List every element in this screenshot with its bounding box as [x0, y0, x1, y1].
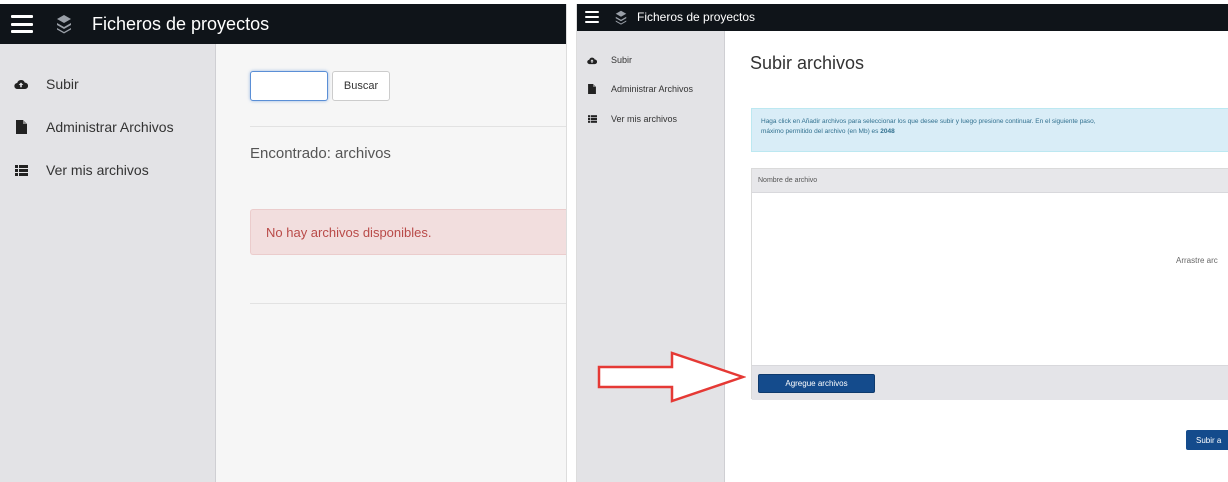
main-content: Buscar Encontrado: archivos No hay archi… [216, 44, 566, 482]
sidebar-item-ver-mis-archivos[interactable]: Ver mis archivos [14, 162, 149, 178]
top-navbar: Ficheros de proyectos [0, 4, 566, 44]
right-screen: Ficheros de proyectos Subir Administrar … [576, 4, 1228, 482]
add-files-button[interactable]: Agregue archivos [758, 374, 875, 393]
left-screen: Ficheros de proyectos Subir Administrar … [0, 4, 567, 482]
sidebar-item-label: Ver mis archivos [46, 162, 149, 178]
list-icon [587, 114, 597, 124]
info-line: Haga click en Añadir archivos para selec… [761, 118, 1096, 125]
sidebar-item-label: Subir [46, 76, 79, 92]
upload-info-alert: Haga click en Añadir archivos para selec… [751, 108, 1228, 152]
cloud-upload-icon [587, 55, 597, 65]
upload-dropzone[interactable]: Nombre de archivo Arrastre arc Agregue a… [751, 168, 1228, 400]
page-title: Subir archivos [750, 53, 865, 73]
sidebar-item-label: Administrar Archivos [46, 119, 174, 135]
app-title: Ficheros de proyectos [92, 14, 270, 34]
sidebar: Subir Administrar Archivos Ver mis archi… [0, 44, 216, 482]
divider [250, 126, 566, 127]
main-content: Subir archivos Haga click en Añadir arch… [725, 31, 1228, 482]
drag-files-hint: Arrastre arc [1176, 256, 1218, 265]
arrow-annotation-icon [597, 351, 746, 403]
file-table-header: Nombre de archivo [752, 169, 1228, 193]
column-header-filename: Nombre de archivo [758, 177, 818, 184]
empty-files-alert-text: No hay archivos disponibles. [266, 224, 432, 240]
file-icon [14, 120, 28, 134]
sidebar-item-administrar-archivos[interactable]: Administrar Archivos [14, 119, 174, 135]
upload-panel-footer: Agregue archivos [752, 365, 1228, 400]
empty-files-alert: No hay archivos disponibles. [250, 209, 566, 255]
search-button[interactable]: Buscar [332, 71, 390, 101]
max-file-size: 2048 [880, 128, 895, 135]
hamburger-icon[interactable] [11, 15, 33, 33]
stack-logo-icon [615, 10, 627, 25]
cloud-upload-icon [14, 77, 28, 91]
app-title: Ficheros de proyectos [637, 10, 756, 24]
sidebar-item-label: Subir [611, 55, 633, 65]
sidebar-item-label: Ver mis archivos [611, 114, 678, 124]
composite-screenshot: Ficheros de proyectos Subir Administrar … [0, 0, 1228, 482]
stack-logo-icon [57, 15, 71, 34]
sidebar-item-subir[interactable]: Subir [587, 55, 632, 65]
sidebar: Subir Administrar Archivos Ver mis archi… [577, 31, 725, 482]
sidebar-item-subir[interactable]: Subir [14, 76, 79, 92]
sidebar-item-label: Administrar Archivos [611, 84, 694, 94]
info-line: máximo permitido del archivo (en Mb) es … [761, 128, 895, 135]
search-input[interactable] [250, 71, 328, 101]
divider [250, 303, 566, 304]
sidebar-item-administrar-archivos[interactable]: Administrar Archivos [587, 84, 693, 94]
sidebar-item-ver-mis-archivos[interactable]: Ver mis archivos [587, 114, 677, 124]
top-navbar: Ficheros de proyectos [577, 4, 1228, 31]
results-count: Encontrado: archivos [250, 145, 391, 162]
list-icon [14, 163, 28, 177]
hamburger-icon[interactable] [585, 11, 599, 23]
submit-upload-button[interactable]: Subir a [1186, 430, 1228, 450]
file-icon [587, 84, 597, 94]
